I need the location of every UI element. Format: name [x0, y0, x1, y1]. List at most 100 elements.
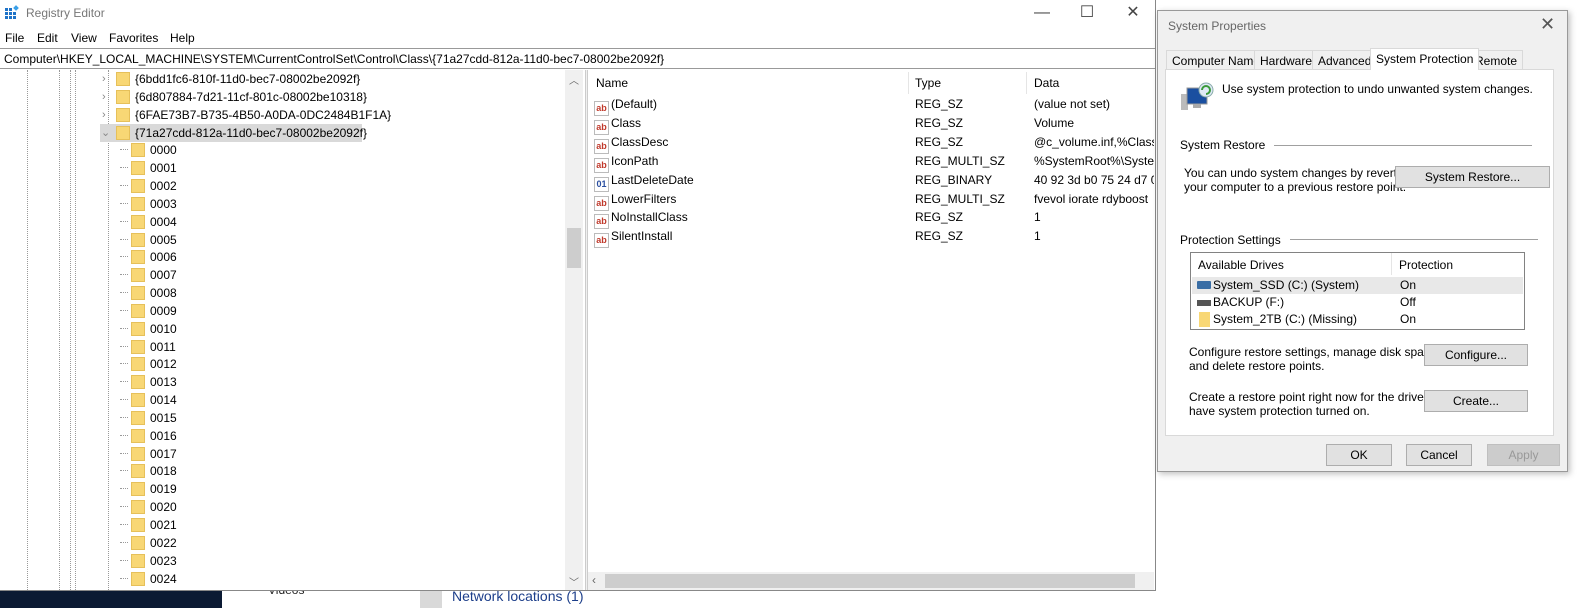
address-bar[interactable]: Computer\HKEY_LOCAL_MACHINE\SYSTEM\Curre… — [0, 48, 1155, 69]
value-row[interactable]: abClassDescREG_SZ@c_volume.inf,%ClassDes… — [588, 133, 1154, 154]
tree-connector — [120, 363, 128, 365]
tree-node[interactable]: 0018 — [120, 462, 177, 480]
tree-connector — [120, 256, 128, 258]
value-row[interactable]: ab SilentInstall REG_SZ 1 — [588, 227, 1154, 249]
chevron-right-icon[interactable]: › — [102, 106, 106, 124]
chevron-right-icon[interactable]: › — [102, 70, 106, 88]
tree-node[interactable]: 0013 — [120, 373, 177, 391]
folder-icon — [131, 410, 145, 425]
chevron-down-icon[interactable]: ⌄ — [101, 124, 110, 142]
menu-help[interactable]: Help — [170, 31, 195, 45]
folder-icon — [131, 446, 145, 461]
tree-node[interactable]: 0008 — [120, 284, 177, 302]
protection-column-header[interactable]: Protection — [1399, 258, 1453, 272]
scroll-left-arrow-icon[interactable]: ‹ — [592, 573, 596, 587]
menu-file[interactable]: File — [5, 31, 24, 45]
value-data: 40 92 3d b0 75 24 d7 01 — [1034, 172, 1154, 187]
tree-node-label: 0020 — [150, 500, 177, 515]
available-drives-list[interactable]: Available Drives Protection System_SSD (… — [1190, 252, 1525, 330]
apply-button[interactable]: Apply — [1487, 444, 1560, 466]
values-scroll-thumb[interactable] — [605, 574, 1135, 588]
value-name: ClassDesc — [611, 134, 669, 149]
value-row[interactable]: ab LowerFilters REG_MULTI_SZ fvevol iorate … — [588, 190, 1154, 211]
create-button[interactable]: Create... — [1424, 390, 1528, 412]
tree-node[interactable]: 0024 — [120, 570, 177, 588]
folder-icon — [131, 518, 145, 532]
tree-node[interactable]: 0003 — [120, 195, 177, 213]
column-divider[interactable] — [908, 72, 909, 94]
tree-node[interactable]: 0000 — [120, 141, 177, 159]
tree-node-label: 0022 — [150, 535, 177, 550]
tree-node[interactable]: 0016 — [120, 427, 177, 445]
tab-advanced[interactable]: Advanced — [1312, 50, 1378, 69]
drive-row[interactable]: System_2TB (C:) (Missing) On — [1192, 311, 1523, 328]
drive-row[interactable]: BACKUP (F:) Off — [1192, 294, 1523, 311]
value-row[interactable]: ab Class REG_SZ Volume — [588, 114, 1154, 135]
menu-edit[interactable]: Edit — [37, 31, 58, 45]
folder-icon — [131, 500, 145, 515]
column-divider — [1391, 253, 1392, 275]
folder-icon — [131, 482, 145, 497]
system-restore-group-label: System Restore — [1180, 138, 1266, 152]
tree-node[interactable]: 0002 — [120, 177, 177, 195]
key-tree[interactable]: › {6bdd1fc6-810f-11d0-bec7-08002be2092f} ›… — [0, 70, 584, 590]
ok-button[interactable]: OK — [1326, 444, 1392, 466]
tree-node[interactable]: 0012 — [120, 355, 177, 373]
maximize-button[interactable]: ☐ — [1064, 0, 1110, 28]
chevron-right-icon[interactable]: › — [102, 88, 106, 106]
tree-vertical-scrollbar[interactable] — [565, 70, 583, 590]
value-row[interactable]: ab IconPath REG_MULTI_SZ %SystemRoot%\Syste… — [588, 152, 1154, 173]
value-type: REG_MULTI_SZ — [915, 153, 1005, 168]
tree-node[interactable]: 0014 — [120, 391, 177, 409]
drive-row[interactable]: System_SSD (C:) (System) On — [1192, 277, 1523, 294]
value-row[interactable]: ab NoInstallClass REG_SZ 1 — [588, 208, 1154, 230]
tab-hardware[interactable]: Hardware — [1254, 50, 1319, 69]
tree-node[interactable]: 0020 — [120, 498, 177, 516]
menu-view[interactable]: View — [71, 31, 97, 45]
column-divider[interactable] — [1026, 72, 1027, 94]
value-row[interactable]: ab (Default) REG_SZ (value not set) — [588, 95, 1154, 116]
configure-button[interactable]: Configure... — [1424, 344, 1528, 366]
tree-node[interactable]: 0001 — [120, 159, 177, 177]
tree-node[interactable]: 0017 — [120, 445, 177, 463]
value-name: SilentInstall — [611, 229, 673, 244]
tree-node[interactable]: 0022 — [120, 534, 177, 552]
column-header-name[interactable]: Name — [596, 76, 628, 90]
drive-protection: On — [1400, 312, 1417, 326]
tree-node[interactable]: 0010 — [120, 320, 177, 338]
tree-node[interactable]: 0004 — [120, 213, 177, 231]
tree-node[interactable]: 0019 — [120, 480, 177, 498]
tree-scroll-thumb[interactable] — [567, 228, 581, 268]
tree-node[interactable]: 0007 — [120, 266, 177, 284]
value-row[interactable]: 01 LastDeleteDate REG_BINARY 40 92 3d b0 75… — [588, 171, 1154, 192]
tree-node[interactable]: 0011 — [120, 338, 176, 356]
column-header-data[interactable]: Data — [1034, 76, 1059, 90]
tree-node[interactable]: 0015 — [120, 409, 177, 427]
tab-system-protection[interactable]: System Protection — [1370, 48, 1480, 70]
configure-description: Configure restore settings, manage disk … — [1189, 345, 1440, 373]
tree-node[interactable]: 0009 — [120, 302, 177, 320]
tree-node[interactable]: 0021 — [120, 516, 177, 534]
tree-node-label: 0002 — [150, 179, 177, 194]
system-restore-button[interactable]: System Restore... — [1395, 166, 1550, 188]
drives-column-header[interactable]: Available Drives — [1198, 258, 1284, 272]
tree-node-label: 0023 — [150, 553, 177, 568]
tree-node[interactable]: 0006 — [120, 248, 177, 266]
scroll-down-arrow-icon[interactable]: ﹀ — [569, 574, 579, 589]
close-button[interactable]: ✕ — [1110, 0, 1156, 28]
tree-node[interactable]: 0023 — [120, 552, 177, 570]
dialog-close-icon[interactable]: ✕ — [1540, 14, 1555, 35]
tab-computer-name[interactable]: Computer Name — [1166, 50, 1267, 69]
tree-node-label: 0021 — [150, 518, 177, 532]
scroll-up-arrow-icon[interactable]: ︿ — [569, 72, 579, 87]
column-header-type[interactable]: Type — [915, 76, 941, 90]
cancel-button[interactable]: Cancel — [1406, 444, 1472, 466]
tree-node-selected[interactable]: ⌄ {71a27cdd-812a-11d0-bec7-08002be2092f} — [100, 123, 367, 142]
tree-node[interactable]: 0005 — [120, 231, 177, 249]
tree-connector — [120, 434, 128, 436]
drive-name: System_SSD (C:) (System) — [1213, 278, 1360, 292]
menu-favorites[interactable]: Favorites — [109, 31, 158, 45]
tree-node-label: 0010 — [150, 321, 177, 336]
tree-connector — [120, 506, 128, 508]
minimize-button[interactable]: — — [1019, 0, 1065, 28]
